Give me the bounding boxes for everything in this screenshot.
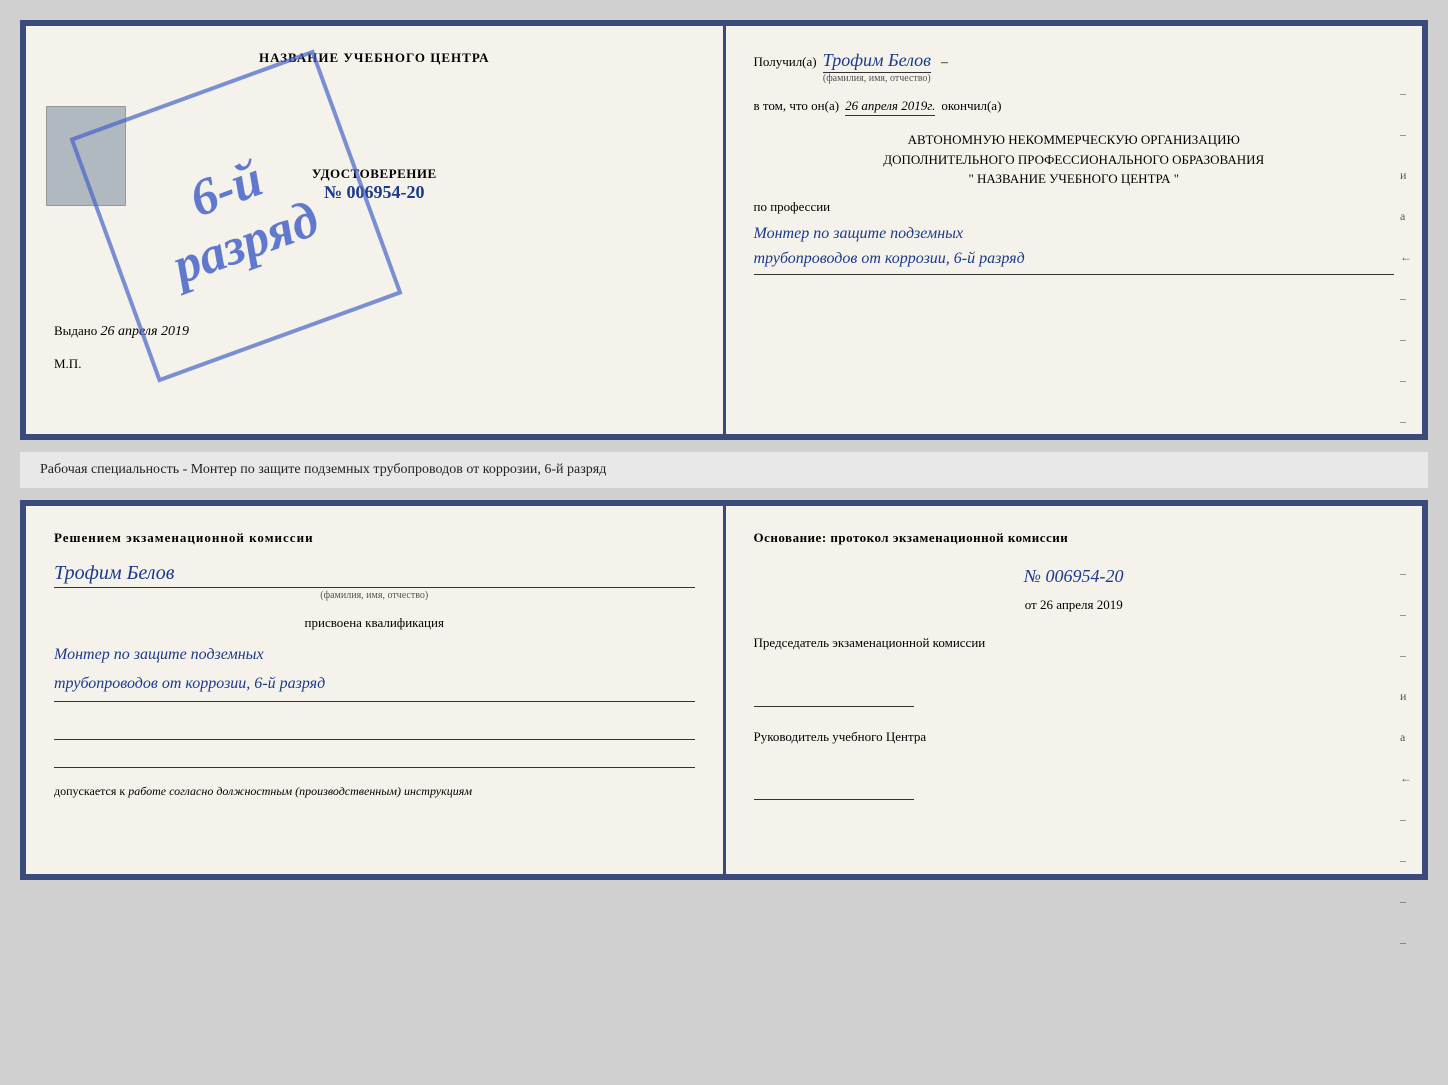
cert-num: № 006954-20 [54,182,695,203]
date-val: 26 апреля 2019г. [845,98,935,116]
decision-title: Решением экзаменационной комиссии [54,530,695,546]
bottom-profession: Монтер по защите подземных трубопроводов… [54,641,695,702]
bottom-doc-right: Основание: протокол экзаменационной коми… [726,506,1423,874]
bottom-doc-left: Решением экзаменационной комиссии Трофим… [26,506,726,874]
allowed-text: допускается к работе согласно должностны… [54,784,695,799]
org-block: АВТОНОМНУЮ НЕКОММЕРЧЕСКУЮ ОРГАНИЗАЦИЮ ДО… [754,130,1395,189]
director-signature-line [754,776,914,800]
cert-issued: Выдано 26 апреля 2019 [54,323,695,340]
top-center-title: НАЗВАНИЕ УЧЕБНОГО ЦЕНТРА [54,50,695,66]
basis-date: от 26 апреля 2019 [754,597,1395,613]
assigned-label: присвоена квалификация [54,615,695,631]
stamp-text: 6-йразряд [146,137,326,296]
cert-num-block: УДОСТОВЕРЕНИЕ № 006954-20 [54,166,695,203]
chairman-label: Председатель экзаменационной комиссии [754,633,1395,653]
bottom-name: Трофим Белов [54,562,695,588]
date-line: в том, что он(а) 26 апреля 2019г. окончи… [754,98,1395,116]
chairman-block: Председатель экзаменационной комиссии [754,633,1395,707]
chairman-signature-line [754,683,914,707]
bottom-lines [54,716,695,768]
top-doc-right: Получил(а) Трофим Белов (фамилия, имя, о… [726,26,1423,434]
recipient-line: Получил(а) Трофим Белов (фамилия, имя, о… [754,50,1395,84]
mp-label: М.П. [54,356,695,372]
bottom-name-sub: (фамилия, имя, отчество) [54,590,695,601]
basis-title: Основание: протокол экзаменационной коми… [754,530,1395,546]
profession-label: по профессии [754,199,1395,215]
top-document: НАЗВАНИЕ УЧЕБНОГО ЦЕНТРА 6-йразряд УДОСТ… [20,20,1428,440]
cert-label: УДОСТОВЕРЕНИЕ [54,166,695,182]
recipient-name-sub: (фамилия, имя, отчество) [823,73,931,84]
basis-num: № 006954-20 [754,566,1395,587]
bottom-document: Решением экзаменационной комиссии Трофим… [20,500,1428,880]
photo-placeholder [46,106,126,206]
recipient-name: Трофим Белов [823,50,931,73]
bottom-right-side-dashes: – – – и а ← – – – – [1400,566,1412,950]
profession-val: Монтер по защите подземных трубопроводов… [754,221,1395,275]
top-doc-left: НАЗВАНИЕ УЧЕБНОГО ЦЕНТРА 6-йразряд УДОСТ… [26,26,726,434]
page-wrapper: НАЗВАНИЕ УЧЕБНОГО ЦЕНТРА 6-йразряд УДОСТ… [20,20,1428,880]
middle-text: Рабочая специальность - Монтер по защите… [20,452,1428,488]
side-dashes: – – и а ← – – – – [1400,86,1412,429]
director-label: Руководитель учебного Центра [754,727,1395,747]
